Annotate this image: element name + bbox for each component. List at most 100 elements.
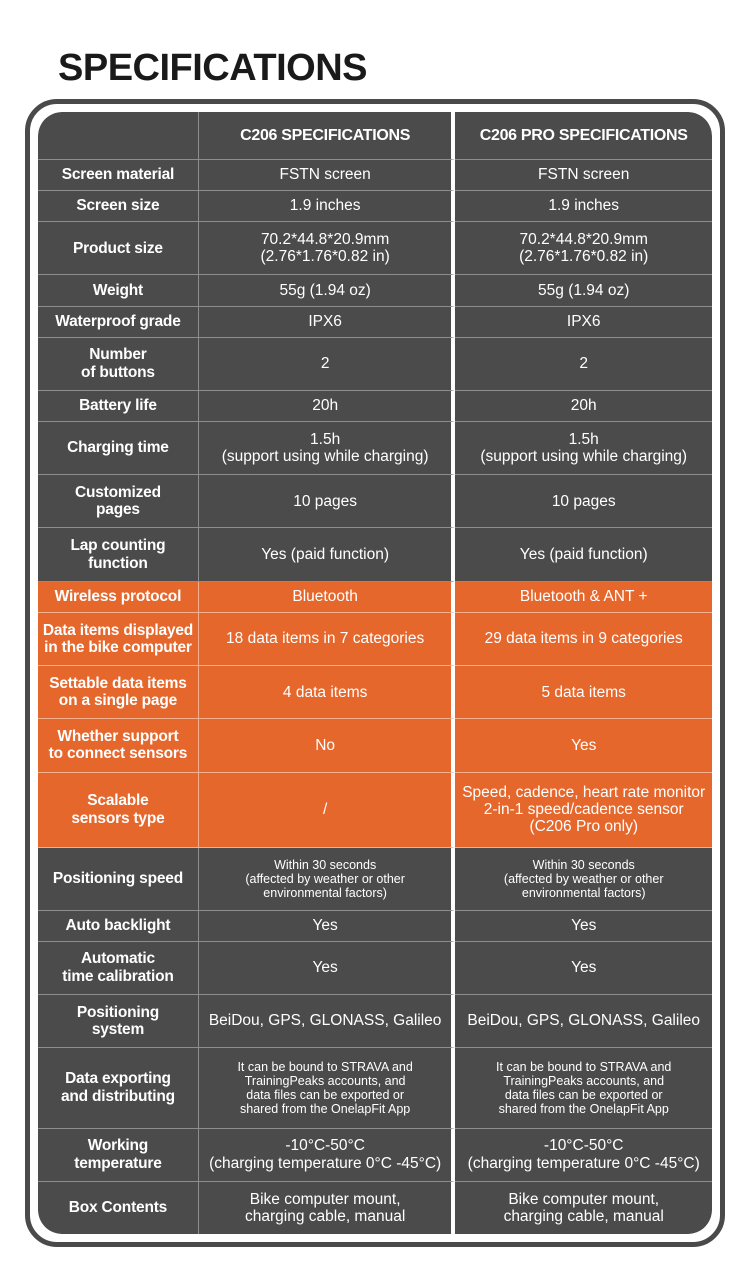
cell-line: 2 — [320, 355, 330, 373]
row-value-c206-3: 55g (1.94 oz) — [198, 275, 456, 307]
row-label-14: Scalable sensors type — [38, 772, 199, 848]
row-label-1: Screen size — [38, 191, 199, 223]
cell-line: charging cable, manual — [245, 1207, 406, 1225]
row-label-6: Battery life — [38, 390, 199, 422]
row-label-8: Customized pages — [38, 475, 199, 529]
row-value-c206-pro-12: 5 data items — [455, 666, 712, 720]
row-value-c206-pro-20: -10°C-50°C (charging temperature 0°C -45°… — [455, 1128, 712, 1182]
cell-line: 10 pages — [551, 492, 616, 510]
cell-line: 70.2*44.8*20.9mm — [260, 230, 390, 248]
cell-line: system — [91, 1021, 145, 1038]
row-label-12: Settable data items on a single page — [38, 666, 199, 720]
row-value-c206-pro-14: Speed, cadence, heart rate monitor 2-in-1… — [455, 772, 712, 848]
row-label-9: Lap counting function — [38, 528, 199, 582]
row-label-21: Box Contents — [38, 1181, 199, 1234]
table-row: Data exporting and distributing It can be … — [38, 1048, 712, 1129]
row-value-c206-21: Bike computer mount, charging cable, manu… — [198, 1181, 456, 1234]
row-value-c206-pro-11: 29 data items in 9 categories — [455, 612, 712, 667]
cell-line: Waterproof grade — [55, 312, 181, 330]
cell-line: No — [315, 736, 336, 754]
cell-line: 2 — [579, 355, 589, 373]
row-label-5: Number of buttons — [38, 337, 199, 391]
cell-line: It can be bound to STRAVA and — [237, 1059, 413, 1074]
row-value-c206-pro-0: FSTN screen — [455, 160, 712, 192]
cell-line: Yes (paid function) — [261, 545, 390, 563]
table-row: Whether support to connect sensors No Yes — [38, 719, 712, 773]
row-value-c206-pro-1: 1.9 inches — [455, 191, 712, 223]
table-header-row: C206 SPECIFICATIONS C206 PRO SPECIFICATIO… — [38, 112, 712, 160]
row-value-c206-9: Yes (paid function) — [198, 528, 456, 582]
row-value-c206-18: BeiDou, GPS, GLONASS, Galileo — [198, 994, 456, 1049]
table-row: Product size 70.2*44.8*20.9mm (2.76*1.76*0… — [38, 222, 712, 276]
cell-line: time calibration — [62, 967, 174, 985]
cell-line: Within 30 seconds — [274, 857, 377, 872]
cell-line: temperature — [74, 1154, 162, 1172]
row-value-c206-10: Bluetooth — [198, 581, 456, 613]
cell-line: 55g (1.94 oz) — [279, 281, 371, 299]
cell-line: / — [322, 801, 328, 819]
cell-line: (support using while charging) — [221, 448, 429, 466]
row-label-2: Product size — [38, 222, 199, 276]
cell-line: Wireless protocol — [54, 588, 182, 606]
row-value-c206-0: FSTN screen — [198, 160, 456, 192]
cell-line: Product size — [73, 239, 163, 257]
row-label-10: Wireless protocol — [38, 581, 199, 613]
cell-line: to connect sensors — [48, 745, 188, 763]
row-value-c206-pro-5: 2 — [455, 337, 712, 391]
row-value-c206-pro-9: Yes (paid function) — [455, 528, 712, 582]
cell-line: Whether support — [57, 728, 179, 746]
cell-line: Bluetooth — [292, 588, 358, 606]
row-label-20: Working temperature — [38, 1128, 199, 1182]
cell-line: Scalable — [87, 792, 149, 810]
cell-line: Yes — [571, 959, 597, 977]
table-row: Box Contents Bike computer mount, charging… — [38, 1181, 712, 1234]
table-row: Positioning speed Within 30 seconds (affec… — [38, 847, 712, 911]
cell-line: 55g (1.94 oz) — [538, 281, 630, 299]
table-row: Number of buttons 2 2 — [38, 337, 712, 391]
table-row: Scalable sensors type / Speed, cadence, hea… — [38, 772, 712, 848]
cell-line: Yes — [312, 959, 338, 977]
row-value-c206-12: 4 data items — [198, 666, 456, 720]
row-value-c206-pro-2: 70.2*44.8*20.9mm (2.76*1.76*0.82 in) — [455, 222, 712, 276]
cell-line: TrainingPeaks accounts, and — [244, 1073, 406, 1088]
cell-line: (affected by weather or other — [245, 871, 405, 886]
column-header-c206-pro: C206 PRO SPECIFICATIONS — [455, 112, 712, 160]
cell-line: Bluetooth & ANT + — [519, 588, 648, 606]
cell-line: FSTN screen — [279, 166, 371, 184]
cell-line: Within 30 seconds — [532, 857, 635, 872]
row-value-c206-pro-21: Bike computer mount, charging cable, manu… — [455, 1181, 712, 1234]
cell-line: 29 data items in 9 categories — [484, 630, 683, 648]
cell-line: (2.76*1.76*0.82 in) — [260, 248, 390, 266]
cell-line: Weight — [92, 281, 144, 299]
cell-line: shared from the OnelapFit App — [498, 1101, 669, 1116]
cell-line: (2.76*1.76*0.82 in) — [519, 248, 649, 266]
row-value-c206-1: 1.9 inches — [198, 191, 456, 223]
row-label-11: Data items displayed in the bike computer — [38, 612, 199, 667]
cell-line: and distributing — [60, 1087, 175, 1105]
row-label-13: Whether support to connect sensors — [38, 719, 199, 773]
table-row: Working temperature -10°C-50°C (charging te… — [38, 1128, 712, 1182]
cell-line: C206 SPECIFICATIONS — [240, 126, 411, 144]
table-row: Screen material FSTN screen FSTN screen — [38, 160, 712, 192]
table-row: Battery life 20h 20h — [38, 390, 712, 422]
row-value-c206-13: No — [198, 719, 456, 773]
cell-line: (charging temperature 0°C -45°C) — [467, 1154, 700, 1172]
table-row: Auto backlight Yes Yes — [38, 910, 712, 942]
cell-line: Screen material — [61, 166, 175, 184]
cell-line: sensors type — [71, 809, 165, 827]
column-header-blank — [38, 112, 199, 160]
cell-line: Working — [87, 1137, 149, 1155]
row-value-c206-pro-3: 55g (1.94 oz) — [455, 275, 712, 307]
row-value-c206-7: 1.5h (support using while charging) — [198, 421, 456, 476]
cell-line: Bike computer mount, — [249, 1190, 401, 1208]
cell-line: Lap counting — [70, 537, 166, 555]
cell-line: shared from the OnelapFit App — [240, 1101, 411, 1116]
table-row: Charging time 1.5h (support using while ch… — [38, 421, 712, 476]
cell-line: in the bike computer — [44, 638, 192, 656]
row-value-c206-6: 20h — [198, 390, 456, 422]
cell-line: 1.5h — [310, 430, 341, 448]
table-row: Settable data items on a single page 4 dat… — [38, 666, 712, 720]
cell-line: Auto backlight — [65, 916, 171, 934]
row-label-0: Screen material — [38, 160, 199, 192]
cell-line: BeiDou, GPS, GLONASS, Galileo — [467, 1012, 701, 1030]
